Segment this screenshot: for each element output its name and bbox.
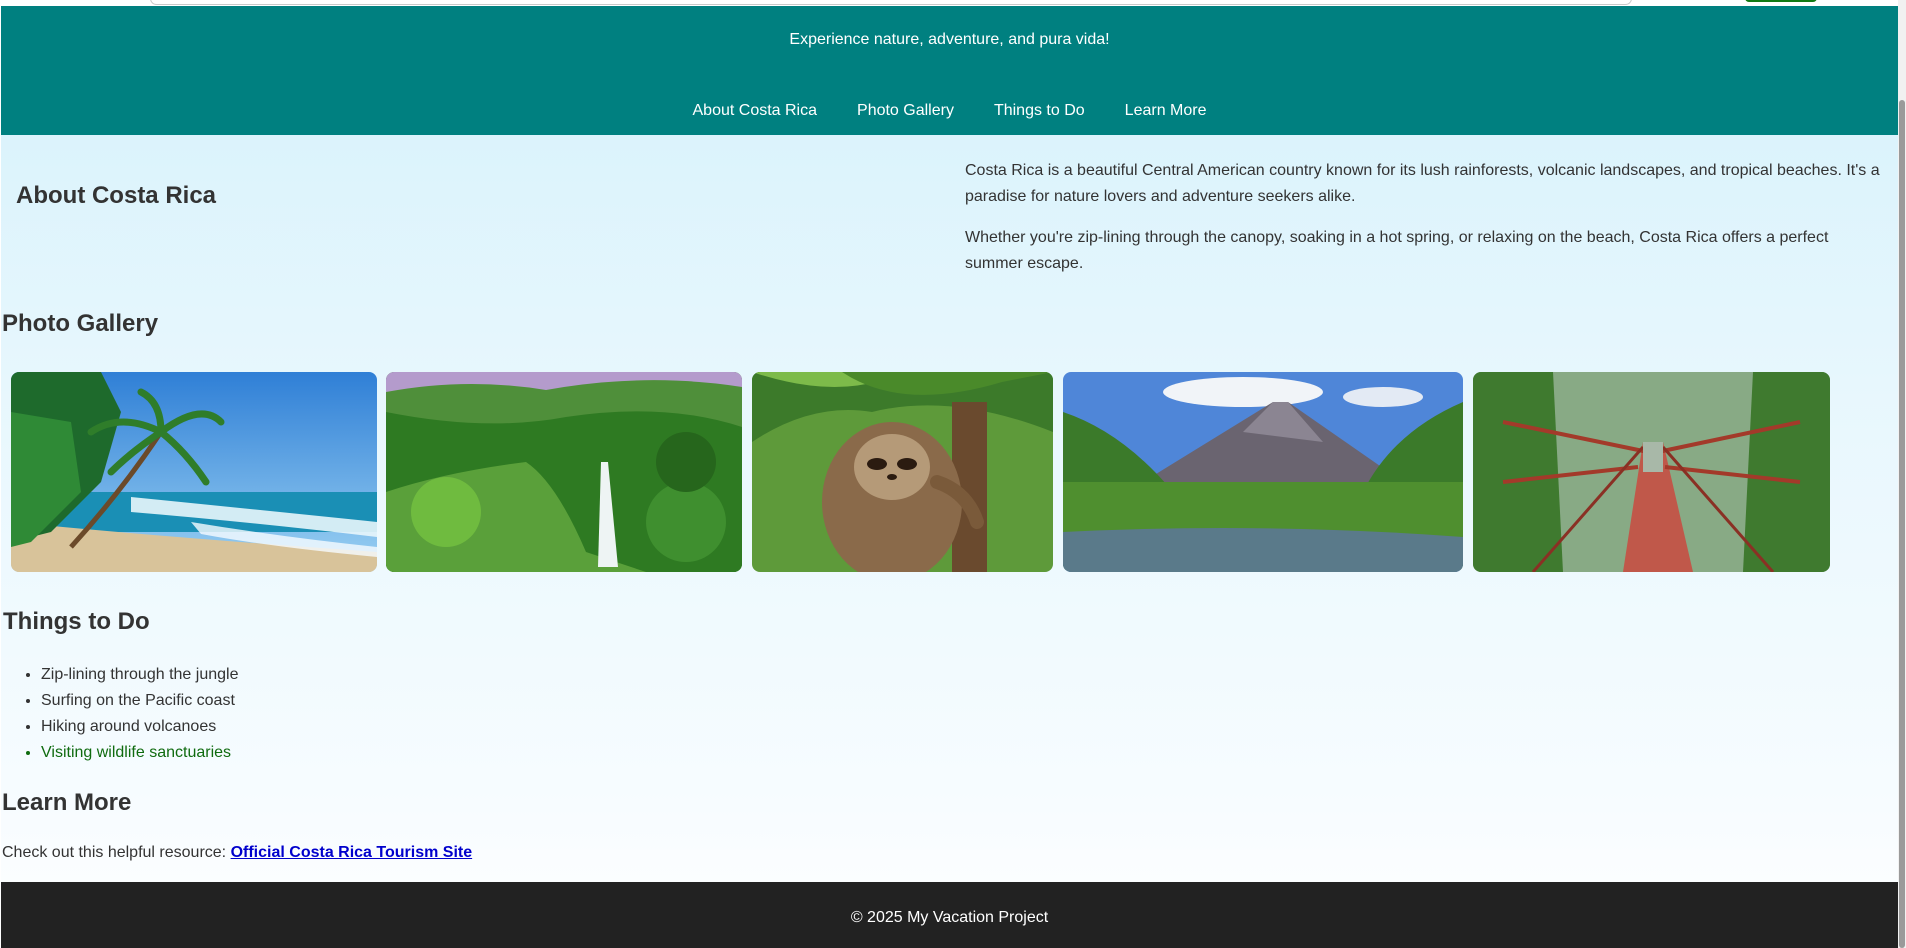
top-button[interactable]	[1745, 0, 1817, 2]
tourism-site-link[interactable]: Official Costa Rica Tourism Site	[231, 844, 473, 861]
scrollbar-thumb[interactable]	[1899, 100, 1905, 948]
volcano-photo	[1063, 372, 1463, 572]
about-heading: About Costa Rica	[16, 182, 217, 209]
header-tagline: Experience nature, adventure, and pura v…	[789, 31, 1110, 48]
list-item: Surfing on the Pacific coast	[41, 688, 238, 714]
site-footer: © 2025 My Vacation Project	[1, 882, 1898, 948]
beach-palm-photo	[11, 372, 377, 572]
list-item: Visiting wildlife sanctuaries	[41, 740, 238, 766]
waterfall-photo	[386, 372, 742, 572]
list-item: Zip-lining through the jungle	[41, 662, 238, 688]
learn-more-label: Check out this helpful resource:	[2, 844, 227, 861]
address-bar[interactable]	[150, 0, 1632, 5]
vertical-scrollbar[interactable]	[1898, 0, 1906, 948]
about-text: Costa Rica is a beautiful Central Americ…	[965, 158, 1885, 292]
hanging-bridge-photo	[1473, 372, 1830, 572]
sloth-photo	[752, 372, 1053, 572]
about-paragraph: Whether you're zip-lining through the ca…	[965, 229, 1829, 272]
learn-more-heading: Learn More	[2, 789, 132, 816]
nav-link-things-to-do[interactable]: Things to Do	[994, 102, 1085, 120]
nav-link-learn-more[interactable]: Learn More	[1125, 102, 1207, 120]
page-viewport: Experience nature, adventure, and pura v…	[1, 6, 1898, 948]
nav-link-about[interactable]: About Costa Rica	[693, 102, 818, 120]
nav-link-gallery[interactable]: Photo Gallery	[857, 102, 954, 120]
main-nav: About Costa Rica Photo Gallery Things to…	[1, 102, 1898, 120]
list-item: Hiking around volcanoes	[41, 714, 238, 740]
things-to-do-list: Zip-lining through the jungle Surfing on…	[1, 662, 238, 766]
things-to-do-heading: Things to Do	[3, 608, 150, 635]
learn-more-text: Check out this helpful resource: Officia…	[2, 844, 472, 862]
gallery-heading: Photo Gallery	[2, 310, 159, 337]
site-header: Experience nature, adventure, and pura v…	[1, 6, 1898, 135]
about-paragraph: Costa Rica is a beautiful Central Americ…	[965, 162, 1880, 205]
footer-copyright: © 2025 My Vacation Project	[850, 909, 1049, 926]
